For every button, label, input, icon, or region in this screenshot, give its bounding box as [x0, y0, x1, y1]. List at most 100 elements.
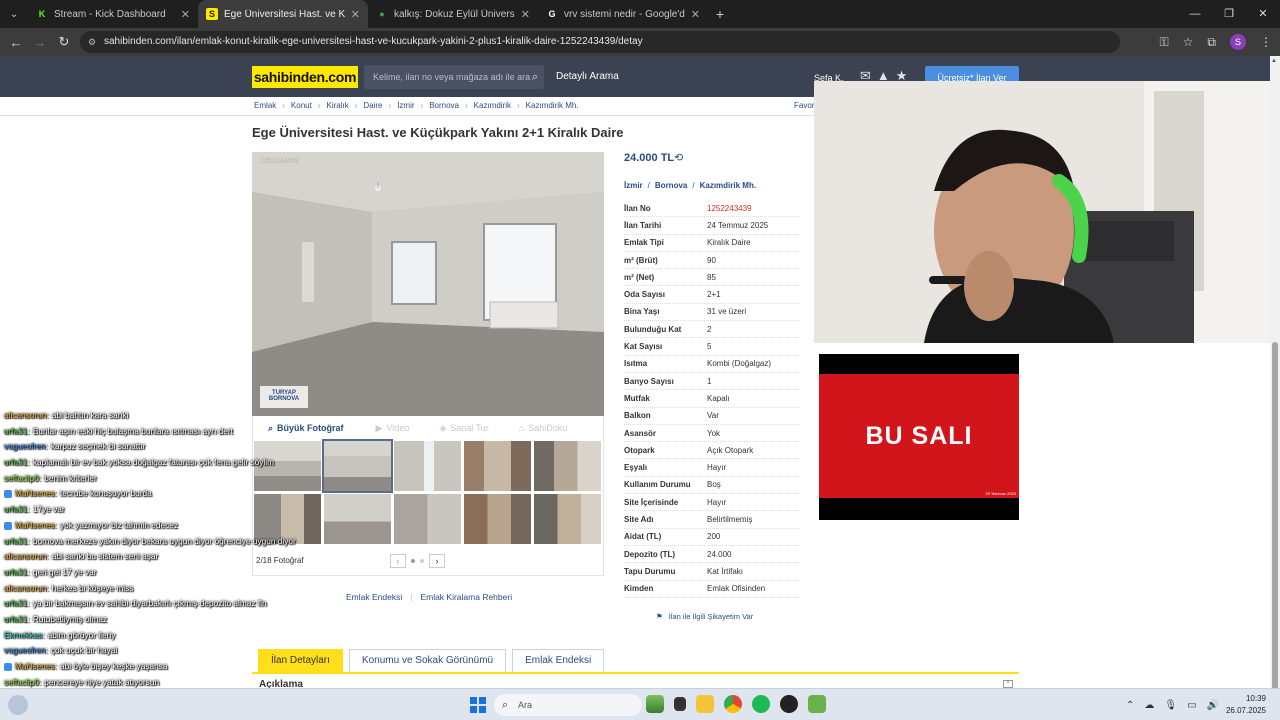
close-tab-icon[interactable]: ✕ — [691, 8, 700, 21]
chat-text: yok yazmıyor biz tahmin edecez — [59, 519, 179, 530]
location-district[interactable]: Bornova — [655, 181, 687, 190]
chat-text: karpuz seçmek bi sanattır — [50, 441, 146, 452]
chat-message: urfa31:17ye var — [4, 502, 324, 518]
pager-next-icon[interactable]: › — [429, 554, 445, 568]
restore-icon[interactable]: ❐ — [1212, 0, 1246, 28]
browser-tab-2[interactable]: ● kalkış: Dokuz Eylül Üniversitesi ✕ — [368, 0, 538, 28]
chat-username: MaNsenes — [15, 519, 55, 530]
thumbnail[interactable] — [324, 494, 391, 544]
rental-guide-link[interactable]: Emlak Kiralama Rehberi — [420, 592, 512, 602]
file-explorer-icon[interactable] — [696, 695, 714, 713]
pager-prev-icon[interactable]: ‹ — [390, 554, 406, 568]
breadcrumb-separator: › — [388, 101, 392, 110]
browser-tab-0[interactable]: K Stream - Kick Dashboard ✕ — [28, 0, 198, 28]
android-app-icon[interactable] — [808, 695, 826, 713]
tab-search-icon[interactable]: ⌄ — [0, 0, 28, 28]
browser-tab-3[interactable]: G vrv sistemi nedir - Google'da Ara ✕ — [538, 0, 708, 28]
breadcrumb-item[interactable]: İzmir — [397, 97, 414, 115]
main-photo[interactable]: 1252243439 TURYAP BORNOVA — [252, 152, 604, 416]
breadcrumb-item[interactable]: Daire — [363, 97, 382, 115]
site-info-icon[interactable]: ⚙ — [88, 31, 96, 53]
stream-chat-overlay: alicansorun: abi bahtın kara sanki urfa31:… — [4, 408, 324, 720]
detail-row: İlan No 1252243439 — [624, 200, 799, 218]
breadcrumb-item[interactable]: Kazımdirik Mh. — [526, 97, 579, 115]
breadcrumb-separator: › — [464, 101, 468, 110]
thumbnail[interactable] — [394, 441, 461, 491]
close-tab-icon[interactable]: ✕ — [351, 8, 360, 21]
bookmark-star-icon[interactable]: ☆ — [1183, 35, 1194, 49]
detail-label: Oda Sayısı — [624, 290, 665, 300]
network-icon[interactable]: ☁ — [1144, 700, 1154, 711]
pager-dot[interactable] — [420, 559, 424, 563]
tray-chevron-icon[interactable]: ⌃ — [1126, 700, 1134, 711]
taskview-icon[interactable] — [674, 697, 686, 711]
page-scrollbar[interactable]: ▲ — [1270, 56, 1280, 692]
minimize-icon[interactable]: — — [1178, 0, 1212, 28]
detail-row: Oda Sayısı 2+1 — [624, 286, 799, 304]
browser-tab-bar: ⌄ K Stream - Kick Dashboard ✕ S Ege Üniv… — [0, 0, 1280, 28]
chrome-icon[interactable] — [724, 695, 742, 713]
browser-tab-1[interactable]: S Ege Üniversitesi Hast. ve Küçük ✕ — [198, 0, 368, 28]
thumbnail-selected[interactable] — [322, 439, 393, 493]
chat-username: urfa31 — [4, 504, 28, 515]
virtual-tour-tab: ◈ Sanal Tur — [439, 423, 488, 434]
chat-colon: : — [54, 661, 57, 671]
weather-widget-icon[interactable] — [8, 695, 28, 715]
favorites-link[interactable]: Favori — [794, 97, 816, 115]
detail-row: Isıtma Kombi (Doğalgaz) — [624, 356, 799, 373]
breadcrumb-item[interactable]: Emlak — [254, 97, 276, 115]
password-key-icon[interactable]: ⚿ — [1160, 35, 1169, 50]
detail-row: Balkon Var — [624, 408, 799, 425]
thumbnail[interactable] — [394, 494, 461, 544]
site-logo[interactable]: sahibinden.com — [252, 66, 358, 88]
breadcrumb-item[interactable]: Kiralık — [326, 97, 348, 115]
breadcrumb-item[interactable]: Kazımdirik — [474, 97, 511, 115]
tab-location-street-view[interactable]: Konumu ve Sokak Görünümü — [348, 649, 507, 673]
display-icon[interactable]: ▭ — [1187, 700, 1196, 711]
extensions-icon[interactable]: ⧉ — [1207, 35, 1216, 50]
forward-icon[interactable]: → — [28, 35, 52, 50]
scroll-up-icon[interactable]: ▲ — [1271, 58, 1277, 64]
complaint-link[interactable]: ⚑ İlan ile İlgili Şikayetim Var — [656, 612, 753, 621]
reload-icon[interactable]: ↻ — [52, 34, 76, 50]
close-tab-icon[interactable]: ✕ — [521, 8, 530, 21]
chat-message: urfa31: ya bir bakmışsın ev sahibi diyarb… — [4, 596, 324, 612]
pager-dot-active[interactable] — [411, 559, 415, 563]
menu-kebab-icon[interactable]: ⋮ — [1260, 35, 1272, 49]
url-field[interactable]: ⚙ sahibinden.com/ilan/emlak-konut-kirali… — [80, 31, 1120, 53]
search-icon[interactable]: ⌕ — [532, 65, 538, 89]
location-city[interactable]: İzmir — [624, 181, 643, 190]
breadcrumb-item[interactable]: Konut — [291, 97, 312, 115]
new-tab-icon[interactable]: + — [708, 6, 732, 22]
detail-row: Bulunduğu Kat 2 — [624, 321, 799, 339]
taskbar-search[interactable]: ⌕ Ara — [494, 694, 642, 716]
detail-value: Emlak Ofisinden — [707, 584, 766, 594]
thumbnail[interactable] — [534, 441, 601, 491]
tab-emlak-endeksi[interactable]: Emlak Endeksi — [512, 649, 605, 673]
detailed-search-link[interactable]: Detaylı Arama — [556, 56, 619, 97]
close-tab-icon[interactable]: ✕ — [181, 8, 190, 21]
collapse-chevron-icon[interactable]: ^ — [1003, 680, 1013, 688]
scrollbar-thumb[interactable] — [1272, 342, 1278, 692]
chat-message: urfa31: kaplamalı bir ev bak yoksa doğalg… — [4, 455, 324, 471]
start-windows-icon[interactable] — [470, 697, 486, 713]
obs-icon[interactable] — [780, 695, 798, 713]
close-window-icon[interactable]: ✕ — [1246, 0, 1280, 28]
microphone-icon[interactable]: 🎙 — [1164, 700, 1177, 711]
virtual-tour-label: Sanal Tur — [450, 423, 489, 433]
price-history-icon[interactable]: ⟲ — [674, 151, 683, 164]
landscape-app-icon[interactable] — [646, 695, 664, 713]
taskbar-clock[interactable]: 10:39 26.07.2025 — [1218, 693, 1266, 717]
chat-username: MaNsenes — [15, 488, 55, 499]
breadcrumb-item[interactable]: Bornova — [429, 97, 459, 115]
site-search-input[interactable]: Kelime, ilan no veya mağaza adı ile ara … — [364, 65, 544, 89]
emlak-endeksi-link[interactable]: Emlak Endeksi — [346, 592, 402, 602]
spotify-icon[interactable] — [752, 695, 770, 713]
back-icon[interactable]: ← — [4, 35, 28, 50]
thumbnail[interactable] — [464, 441, 531, 491]
thumbnail[interactable] — [464, 494, 531, 544]
profile-avatar[interactable]: S — [1230, 34, 1246, 50]
detail-row: Banyo Sayısı 1 — [624, 373, 799, 391]
location-neighborhood[interactable]: Kazımdirik Mh. — [700, 181, 756, 190]
thumbnail[interactable] — [534, 494, 601, 544]
